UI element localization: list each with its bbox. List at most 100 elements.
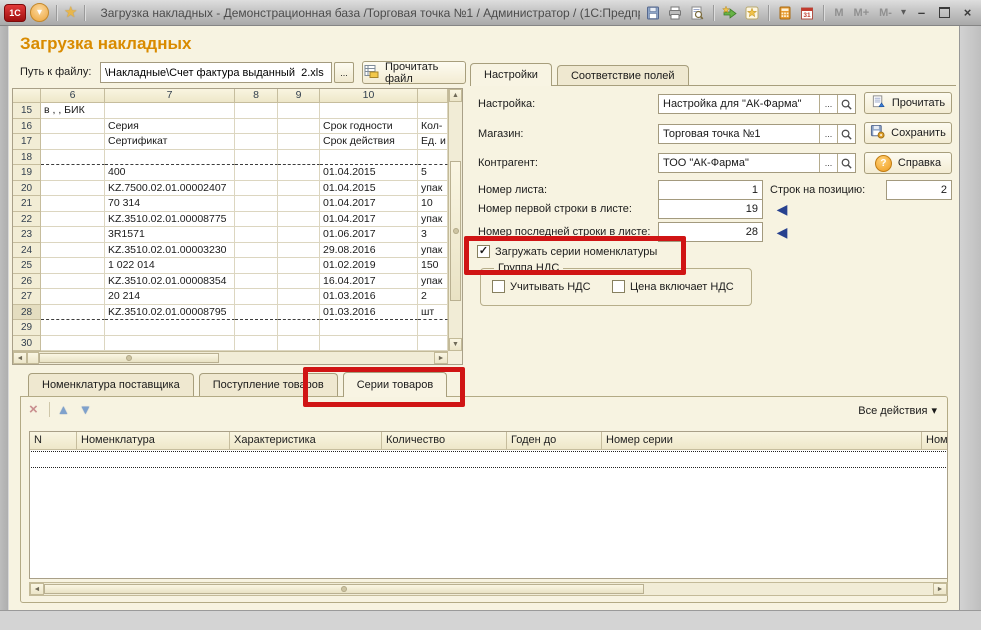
scroll-up-icon[interactable]: ▲ <box>449 89 462 102</box>
hscroll-thumb[interactable] <box>39 353 219 363</box>
empty-row-cursor[interactable] <box>31 451 946 468</box>
titlebar-separator <box>768 5 769 21</box>
sheet-col-header[interactable] <box>418 89 448 103</box>
all-actions-button[interactable]: Все действия ▾ <box>858 404 937 417</box>
move-down-icon[interactable]: ▼ <box>79 403 92 416</box>
magazin-open-button[interactable] <box>837 125 855 143</box>
kontragent-open-button[interactable] <box>837 154 855 172</box>
series-horizontal-scrollbar[interactable]: ◄ ► <box>29 582 948 596</box>
minimize-button[interactable]: – <box>912 4 931 21</box>
scroll-left-icon[interactable]: ◄ <box>13 352 27 364</box>
sheet-row: 15в , , БИК <box>13 103 462 119</box>
scroll-split-box[interactable] <box>27 352 39 364</box>
vat-account-label: Учитывать НДС <box>510 281 591 293</box>
close-button[interactable]: × <box>958 4 977 21</box>
vat-account-checkbox[interactable] <box>492 280 505 293</box>
scroll-down-icon[interactable]: ▼ <box>449 338 462 351</box>
read-settings-icon <box>871 94 886 112</box>
toolbar-overflow-icon[interactable]: ▾ <box>899 7 908 18</box>
sheet-horizontal-scrollbar[interactable]: ◄ ► <box>13 351 448 364</box>
nastroyka-open-button[interactable] <box>837 95 855 113</box>
file-browse-button[interactable]: ... <box>334 62 354 83</box>
tab-field-mapping[interactable]: Соответствие полей <box>557 65 689 85</box>
magazin-browse-button[interactable]: ... <box>819 125 837 143</box>
col-valid-until[interactable]: Годен до <box>507 432 602 450</box>
calculator-icon[interactable] <box>776 4 794 22</box>
first-row-field[interactable]: 19 <box>658 199 763 219</box>
col-characteristic[interactable]: Характеристика <box>230 432 382 450</box>
favorites-list-icon[interactable] <box>743 4 761 22</box>
tab-goods-receipt[interactable]: Поступление товаров <box>199 373 338 396</box>
print-icon[interactable] <box>666 4 684 22</box>
load-series-checkbox[interactable] <box>477 245 490 258</box>
sheet-row: 30 <box>13 336 462 352</box>
col-nomenclature[interactable]: Номенклатура <box>77 432 230 450</box>
1c-logo-icon[interactable]: 1С <box>4 4 26 22</box>
sheet-vertical-scrollbar[interactable]: ▲ ▼ <box>448 89 462 351</box>
scroll-right-icon[interactable]: ► <box>434 352 448 364</box>
sheet-col-header[interactable]: 8 <box>235 89 278 103</box>
file-path-input[interactable] <box>100 62 332 83</box>
form-vertical-scrollbar[interactable] <box>959 26 981 630</box>
vat-included-checkbox[interactable] <box>612 280 625 293</box>
sheet-col-header[interactable]: 6 <box>41 89 105 103</box>
rows-per-position-label: Строк на позицию: <box>770 184 865 196</box>
scroll-right-icon[interactable]: ► <box>933 583 947 595</box>
sheet-col-header[interactable]: 10 <box>320 89 418 103</box>
nastroyka-browse-button[interactable]: ... <box>819 95 837 113</box>
magazin-value: Торговая точка №1 <box>659 128 819 140</box>
load-series-label: Загружать серии номенклатуры <box>495 246 657 258</box>
window-title: Загрузка накладных - Демонстрационная ба… <box>100 6 640 20</box>
last-row-field[interactable]: 28 <box>658 222 763 242</box>
rows-per-position-field[interactable]: 2 <box>886 180 952 200</box>
tab-goods-series[interactable]: Серии товаров <box>343 372 447 397</box>
save-settings-button[interactable]: Сохранить <box>864 122 952 144</box>
first-row-value: 19 <box>659 203 762 215</box>
memory-m-button[interactable]: M <box>831 7 846 19</box>
scroll-left-icon[interactable]: ◄ <box>30 583 44 595</box>
move-up-icon[interactable]: ▲ <box>57 403 70 416</box>
save-icon[interactable] <box>644 4 662 22</box>
sheet-col-header[interactable]: 9 <box>278 89 320 103</box>
tab-supplier-nomenclature[interactable]: Номенклатура поставщика <box>28 373 194 396</box>
read-file-button[interactable]: Прочитать файл <box>362 61 466 84</box>
add-favorite-icon[interactable] <box>721 4 739 22</box>
calendar-icon[interactable]: 31 <box>798 4 816 22</box>
nastroyka-field[interactable]: Настройка для "АК-Фарма" ... <box>658 94 856 114</box>
window-bottom-edge <box>0 610 981 630</box>
sheet-number-field[interactable]: 1 <box>658 180 763 200</box>
sheet-row: 24KZ.3510.02.01.0000323029.08.2016упак <box>13 243 462 259</box>
sheet-row: 29 <box>13 320 462 336</box>
tab-settings[interactable]: Настройки <box>470 63 552 86</box>
series-hscroll-thumb[interactable] <box>44 584 644 594</box>
delete-row-icon[interactable]: × <box>29 402 38 417</box>
print-preview-icon[interactable] <box>688 4 706 22</box>
last-row-pick-button[interactable]: ◀ <box>770 222 794 242</box>
col-truncated[interactable]: Номе <box>922 432 947 450</box>
save-settings-label: Сохранить <box>891 127 946 139</box>
titlebar-separator <box>84 5 85 21</box>
help-button[interactable]: ? Справка <box>864 152 952 174</box>
favorites-star-icon[interactable]: ★ <box>64 5 77 20</box>
nastroyka-value: Настройка для "АК-Фарма" <box>659 98 819 110</box>
sheet-corner-cell[interactable] <box>13 89 41 103</box>
maximize-button[interactable] <box>935 4 954 21</box>
col-n[interactable]: N <box>30 432 77 450</box>
first-row-pick-button[interactable]: ◀ <box>770 199 794 219</box>
read-file-icon <box>363 63 379 82</box>
vscroll-thumb[interactable] <box>450 161 461 301</box>
read-settings-button[interactable]: Прочитать <box>864 92 952 114</box>
kontragent-browse-button[interactable]: ... <box>819 154 837 172</box>
kontragent-field[interactable]: ТОО "АК-Фарма" ... <box>658 153 856 173</box>
memory-m-plus-button[interactable]: M+ <box>851 7 873 19</box>
system-menu-chevron-icon[interactable]: ▾ <box>30 3 49 22</box>
all-actions-label: Все действия <box>858 405 927 417</box>
sheet-col-header[interactable]: 7 <box>105 89 235 103</box>
memory-m-minus-button[interactable]: M- <box>876 7 895 19</box>
magazin-field[interactable]: Торговая точка №1 ... <box>658 124 856 144</box>
series-tab-panel: × ▲ ▼ Все действия ▾ N Номенклатура Хара… <box>20 396 948 603</box>
col-quantity[interactable]: Количество <box>382 432 507 450</box>
first-row-label: Номер первой строки в листе: <box>478 203 632 215</box>
col-series-number[interactable]: Номер серии <box>602 432 922 450</box>
sheet-row: 20KZ.7500.02.01.0000240701.04.2015упак <box>13 181 462 197</box>
